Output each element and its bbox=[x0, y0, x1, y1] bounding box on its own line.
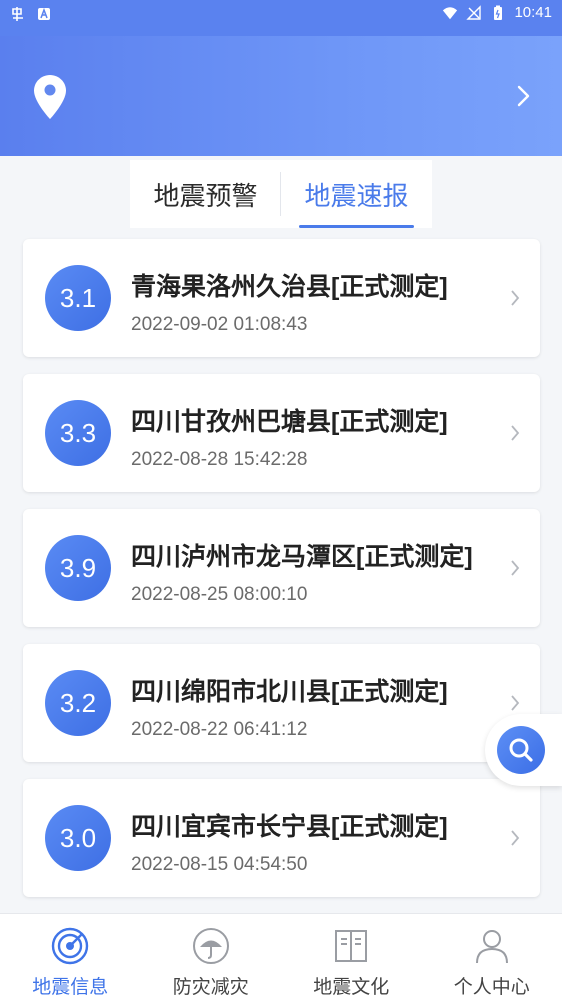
earthquake-time: 2022-08-15 04:54:50 bbox=[131, 854, 308, 875]
list-item[interactable]: 3.1 青海果洛州久治县[正式测定] 2022-09-02 01:08:43 bbox=[23, 239, 540, 357]
umbrella-icon bbox=[192, 928, 229, 964]
nav-label: 地震信息 bbox=[32, 977, 109, 998]
earthquake-time: 2022-08-25 08:00:10 bbox=[131, 584, 308, 605]
nav-disaster-prevention[interactable]: 防灾减灾 bbox=[141, 914, 282, 999]
earthquake-time: 2022-08-28 15:42:28 bbox=[131, 449, 308, 470]
nav-label: 地震文化 bbox=[313, 977, 390, 998]
status-bar: 10:41 bbox=[0, 0, 562, 36]
floating-search-button[interactable] bbox=[485, 714, 562, 786]
a-notification-icon bbox=[36, 6, 52, 22]
search-button-circle[interactable] bbox=[497, 726, 545, 774]
chevron-right-icon bbox=[511, 290, 520, 306]
status-time: 10:41 bbox=[514, 4, 552, 21]
earthquake-location: 四川甘孜州巴塘县[正式测定] bbox=[131, 408, 448, 436]
battery-icon bbox=[490, 5, 506, 21]
chevron-right-icon bbox=[511, 425, 520, 441]
nav-label: 防灾减灾 bbox=[172, 977, 249, 998]
earthquake-location: 青海果洛州久治县[正式测定] bbox=[131, 273, 448, 301]
list-item[interactable]: 3.2 四川绵阳市北川县[正式测定] 2022-08-22 06:41:12 bbox=[23, 644, 540, 762]
location-pin-icon[interactable] bbox=[33, 74, 67, 120]
bottom-navigation: 地震信息 防灾减灾 地震文化 个人中心 bbox=[0, 913, 562, 999]
chevron-right-icon bbox=[511, 695, 520, 711]
list-item[interactable]: 3.9 四川泸州市龙马潭区[正式测定] 2022-08-25 08:00:10 bbox=[23, 509, 540, 627]
chevron-right-icon[interactable] bbox=[516, 84, 532, 108]
radar-icon bbox=[52, 927, 89, 965]
magnitude-badge: 3.9 bbox=[45, 535, 111, 601]
person-icon bbox=[475, 930, 508, 964]
nav-label: 个人中心 bbox=[453, 977, 530, 998]
chevron-right-icon bbox=[511, 830, 520, 846]
earthquake-time: 2022-08-22 06:41:12 bbox=[131, 719, 308, 740]
tab-bar: 地震预警 地震速报 bbox=[130, 160, 432, 228]
tab-earthquake-warning[interactable]: 地震预警 bbox=[130, 160, 281, 228]
magnitude-badge: 3.1 bbox=[45, 265, 111, 331]
list-item[interactable]: 3.3 四川甘孜州巴塘县[正式测定] 2022-08-28 15:42:28 bbox=[23, 374, 540, 492]
nav-personal-center[interactable]: 个人中心 bbox=[422, 914, 562, 999]
status-left-icons bbox=[10, 6, 52, 22]
book-icon bbox=[335, 930, 368, 962]
magnitude-badge: 3.2 bbox=[45, 670, 111, 736]
earthquake-location: 四川绵阳市北川县[正式测定] bbox=[131, 678, 448, 706]
status-right-icons: 10:41 bbox=[442, 4, 552, 21]
magnitude-badge: 3.3 bbox=[45, 400, 111, 466]
header-banner[interactable] bbox=[0, 36, 562, 156]
no-signal-icon bbox=[466, 4, 482, 21]
tab-earthquake-report[interactable]: 地震速报 bbox=[281, 160, 432, 228]
wifi-icon bbox=[442, 5, 458, 21]
nav-earthquake-info[interactable]: 地震信息 bbox=[0, 914, 141, 999]
earthquake-time: 2022-09-02 01:08:43 bbox=[131, 314, 308, 335]
list-item[interactable]: 3.0 四川宜宾市长宁县[正式测定] 2022-08-15 04:54:50 bbox=[23, 779, 540, 897]
app-notification-icon bbox=[10, 6, 26, 22]
nav-earthquake-culture[interactable]: 地震文化 bbox=[281, 914, 422, 999]
earthquake-location: 四川宜宾市长宁县[正式测定] bbox=[131, 813, 448, 841]
chevron-right-icon bbox=[511, 560, 520, 576]
magnitude-badge: 3.0 bbox=[45, 805, 111, 871]
search-icon bbox=[509, 738, 533, 762]
earthquake-location: 四川泸州市龙马潭区[正式测定] bbox=[131, 543, 473, 571]
